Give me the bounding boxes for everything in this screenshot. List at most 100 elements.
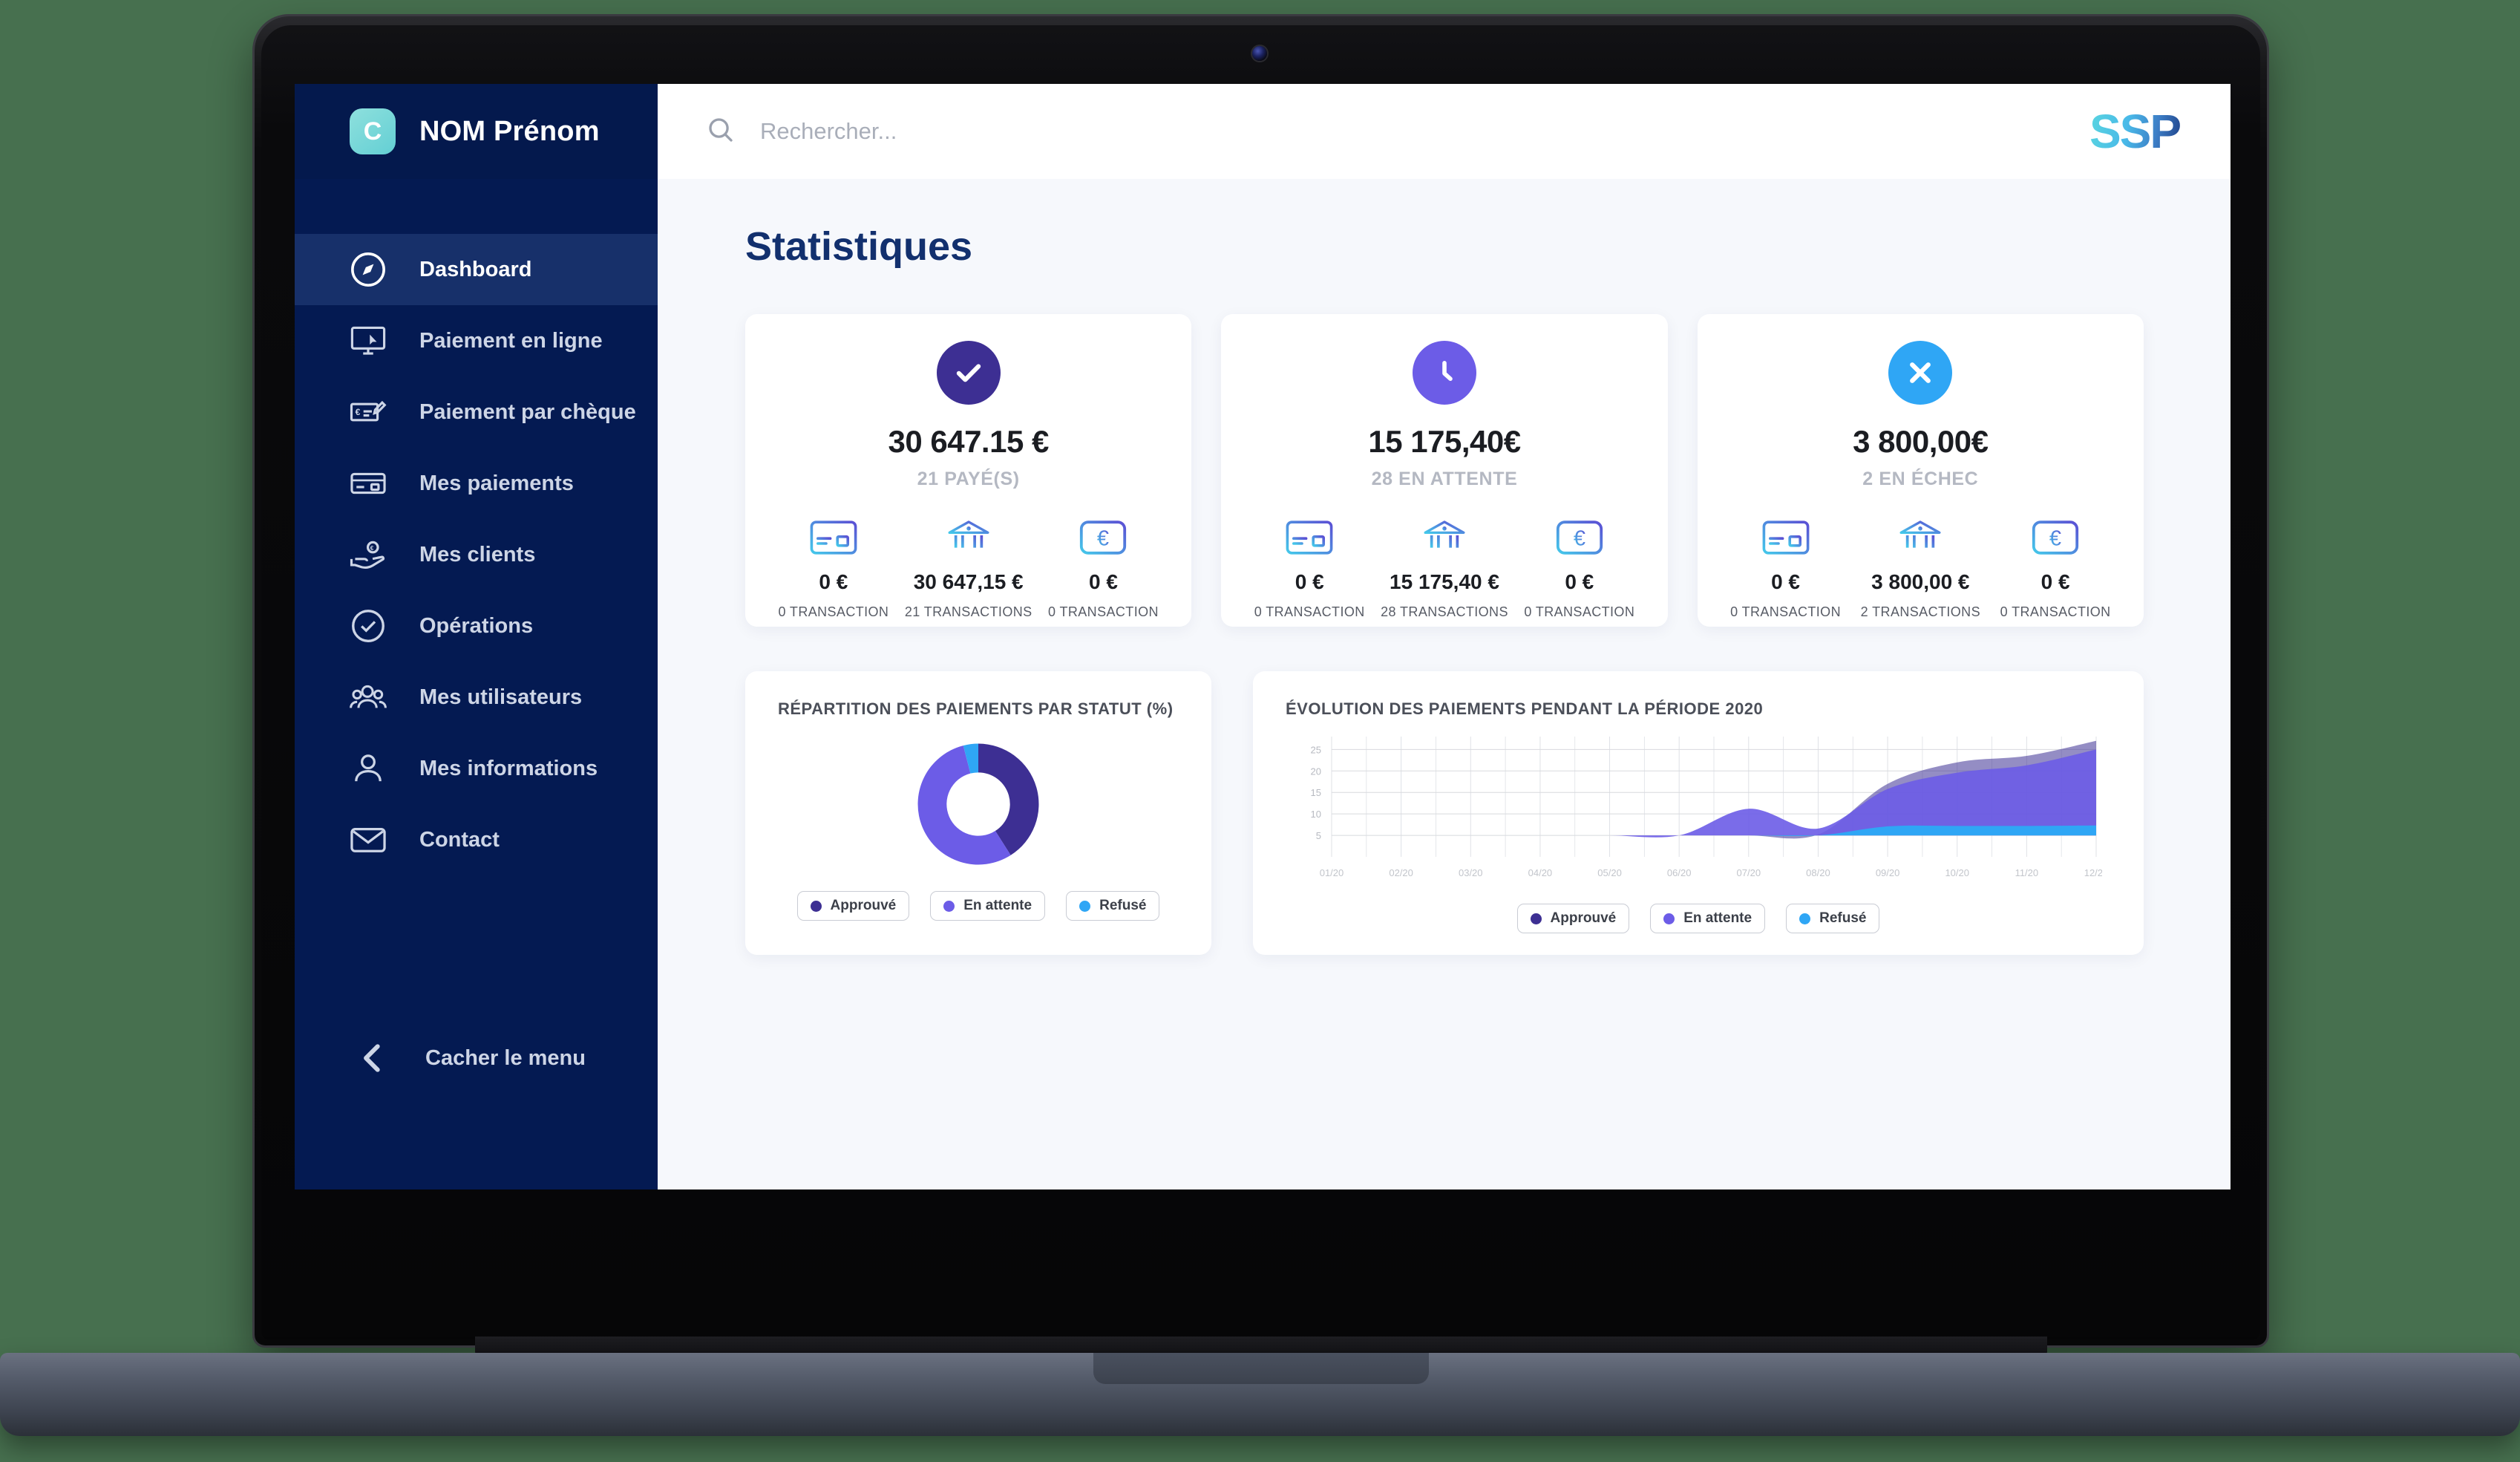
svg-text:€: € xyxy=(2049,526,2061,550)
cheque-pen-icon: € xyxy=(348,392,388,432)
x-axis-tick-label: 09/20 xyxy=(1876,867,1900,878)
sidebar-item-mes-utilisateurs[interactable]: Mes utilisateurs xyxy=(295,662,658,733)
stat-cards-row: 30 647.15 € 21 PAYÉ(S) 0 € 0 TRANSACTION… xyxy=(745,314,2144,627)
sidebar-item-label: Mes utilisateurs xyxy=(419,685,583,709)
breakdown: 0 € 0 TRANSACTION xyxy=(1242,520,1646,620)
user-icon xyxy=(348,748,388,789)
search-bar[interactable] xyxy=(705,114,1220,149)
sidebar-item-label: Paiement par chèque xyxy=(419,399,636,424)
legend-pill[interactable]: Refusé xyxy=(1066,891,1160,921)
brand: C NOM Prénom xyxy=(295,84,658,179)
breakdown-amount: 30 647,15 € xyxy=(913,570,1024,593)
collapse-menu-button[interactable]: Cacher le menu xyxy=(295,1032,658,1084)
breakdown: 0 € 0 TRANSACTION xyxy=(766,520,1171,620)
area-chart-title: ÉVOLUTION DES PAIEMENTS PENDANT LA PÉRIO… xyxy=(1286,699,1764,718)
legend-pill[interactable]: Approuvé xyxy=(796,891,910,921)
x-axis-tick-label: 03/20 xyxy=(1459,867,1483,878)
stat-card-pending: 15 175,40€ 28 EN ATTENTE 0 € 0 TRANSACTI… xyxy=(1221,314,1668,627)
sidebar-item-mes-clients[interactable]: € Mes clients xyxy=(295,519,658,590)
credit-card-icon xyxy=(1286,520,1333,555)
breakdown-count: 2 TRANSACTIONS xyxy=(1860,604,1980,619)
breakdown-amount: 0 € xyxy=(1295,570,1324,593)
y-axis-tick-label: 25 xyxy=(1311,744,1321,755)
stat-sub-label: 21 PAYÉ(S) xyxy=(917,469,1020,489)
search-input[interactable] xyxy=(760,118,1220,145)
x-axis-tick-label: 01/20 xyxy=(1320,867,1344,878)
x-axis-tick-label: 07/20 xyxy=(1737,867,1761,878)
breakdown-item-bank: 30 647,15 € 21 TRANSACTIONS xyxy=(901,520,1036,620)
legend-label: Refusé xyxy=(1099,898,1147,913)
search-icon xyxy=(705,114,736,149)
topbar: SSP xyxy=(658,84,2231,179)
breakdown-count: 21 TRANSACTIONS xyxy=(904,604,1032,619)
sidebar-item-dashboard[interactable]: Dashboard xyxy=(295,234,658,305)
legend-label: En attente xyxy=(1683,910,1752,926)
sidebar-item-paiement-en-ligne[interactable]: Paiement en ligne xyxy=(295,305,658,376)
webcam-icon xyxy=(1252,46,1267,61)
main-content: Statistiques 30 647.15 € 21 PAYÉ(S) 0 € … xyxy=(658,179,2231,1189)
breakdown-item-bank: 15 175,40 € 28 TRANSACTIONS xyxy=(1377,520,1512,620)
laptop-base-notch xyxy=(1093,1353,1429,1384)
breakdown-count: 0 TRANSACTION xyxy=(1048,604,1159,619)
brand-badge: C xyxy=(350,108,396,154)
sidebar-item-operations[interactable]: Opérations xyxy=(295,590,658,662)
sidebar-item-mes-paiements[interactable]: Mes paiements xyxy=(295,448,658,519)
area-chart: 5 10 15 20 25 01/20 02/20 03/20 04/20 05/20 06/20 0… xyxy=(1286,729,2111,889)
breakdown-count: 0 TRANSACTION xyxy=(1730,604,1841,619)
legend-pill[interactable]: En attente xyxy=(930,891,1046,921)
envelope-icon xyxy=(348,820,388,860)
x-circle-filled-icon xyxy=(1888,341,1953,405)
sidebar-item-mes-informations[interactable]: Mes informations xyxy=(295,733,658,804)
breakdown-count: 0 TRANSACTION xyxy=(1254,604,1365,619)
donut-legend: Approuvé En attente Refusé xyxy=(778,891,1179,921)
x-axis-tick-label: 08/20 xyxy=(1806,867,1830,878)
collapse-menu-label: Cacher le menu xyxy=(425,1045,586,1070)
legend-dot xyxy=(810,900,822,912)
legend-pill[interactable]: Refusé xyxy=(1786,904,1880,933)
stat-card-failed: 3 800,00€ 2 EN ÉCHEC 0 € 0 TRANSACTION 3… xyxy=(1697,314,2144,627)
x-axis-tick-label: 04/20 xyxy=(1528,867,1553,878)
x-axis-tick-label: 05/20 xyxy=(1597,867,1622,878)
sidebar-item-label: Mes informations xyxy=(419,756,598,780)
breakdown-count: 28 TRANSACTIONS xyxy=(1381,604,1508,619)
legend-dot xyxy=(1663,913,1675,924)
y-axis-tick-label: 5 xyxy=(1316,830,1321,841)
page-title: Statistiques xyxy=(745,224,973,269)
sidebar-item-label: Paiement en ligne xyxy=(419,328,603,353)
stat-sub-label: 2 EN ÉCHEC xyxy=(1862,469,1979,489)
legend-pill[interactable]: Approuvé xyxy=(1516,904,1630,933)
breakdown-amount: 3 800,00 € xyxy=(1871,570,1970,593)
legend-dot xyxy=(1530,913,1542,924)
stat-sub-label: 28 EN ATTENTE xyxy=(1371,469,1518,489)
breakdown: 0 € 0 TRANSACTION xyxy=(1718,520,2123,620)
svg-text:€: € xyxy=(356,407,361,417)
breakdown-amount: 0 € xyxy=(1771,570,1801,593)
hand-coin-icon: € xyxy=(348,535,388,575)
screen: C NOM Prénom Dashboard Paiement en ligne… xyxy=(295,84,2231,1189)
breakdown-item-euro: € 0 € 0 TRANSACTION xyxy=(1988,520,2123,620)
x-axis-tick-label: 10/20 xyxy=(1945,867,1969,878)
euro-box-icon: € xyxy=(1079,520,1127,555)
x-axis-tick-label: 02/20 xyxy=(1389,867,1413,878)
breakdown-item-card: 0 € 0 TRANSACTION xyxy=(1242,520,1377,620)
users-group-icon xyxy=(348,677,388,717)
breakdown-item-card: 0 € 0 TRANSACTION xyxy=(766,520,901,620)
breakdown-amount: 0 € xyxy=(819,570,848,593)
breakdown-amount: 15 175,40 € xyxy=(1390,570,1499,593)
clock-filled-icon xyxy=(1412,341,1476,405)
sidebar-item-paiement-par-cheque[interactable]: € Paiement par chèque xyxy=(295,376,658,448)
y-axis-tick-label: 10 xyxy=(1311,809,1321,820)
svg-text:€: € xyxy=(1097,526,1109,550)
sidebar-item-contact[interactable]: Contact xyxy=(295,804,658,875)
area-chart-card: ÉVOLUTION DES PAIEMENTS PENDANT LA PÉRIO… xyxy=(1253,671,2144,955)
credit-card-icon xyxy=(348,463,388,503)
donut-svg xyxy=(917,743,1039,865)
donut-chart xyxy=(778,732,1179,876)
sidebar-item-label: Contact xyxy=(419,827,500,852)
legend-label: Approuvé xyxy=(1550,910,1617,926)
check-circle-icon xyxy=(348,606,388,646)
credit-card-icon xyxy=(1762,520,1810,555)
legend-pill[interactable]: En attente xyxy=(1650,904,1766,933)
ssp-logo: SSP xyxy=(2089,105,2182,158)
x-axis-tick-label: 06/20 xyxy=(1667,867,1692,878)
